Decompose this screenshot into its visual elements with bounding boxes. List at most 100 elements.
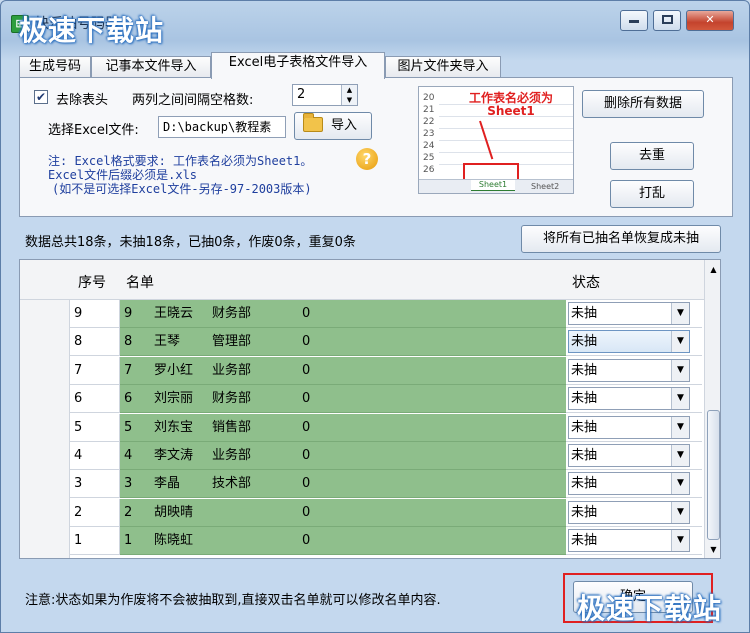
tab-image-folder-import[interactable]: 图片文件夹导入: [385, 56, 501, 78]
seq-cell[interactable]: 9: [70, 300, 120, 328]
title-bar[interactable]: ⊞ 快乐抽号码器 ✕: [1, 1, 749, 45]
name-list-grid[interactable]: 序号 名单 状态 9 9 王晓云 财务部 0 未抽 ▼ 8 8 王琴 管理部 0…: [19, 259, 721, 559]
status-value: 未抽: [571, 476, 598, 492]
table-row[interactable]: 7 7 罗小红 业务部 0 未抽 ▼: [20, 356, 704, 385]
status-select[interactable]: 未抽 ▼: [568, 415, 690, 439]
preview-row-number: 20: [423, 93, 435, 103]
table-row[interactable]: 1 1 陈晓虹 0 未抽 ▼: [20, 527, 704, 556]
vertical-scrollbar[interactable]: ▲ ▼: [704, 260, 720, 558]
column-header-seq[interactable]: 序号: [78, 272, 106, 292]
name-cell-count: 0: [302, 362, 311, 378]
chevron-down-icon[interactable]: ▼: [671, 530, 689, 552]
name-cell[interactable]: 1 陈晓虹 0: [120, 527, 566, 556]
table-row[interactable]: 4 4 李文涛 业务部 0 未抽 ▼: [20, 442, 704, 470]
chevron-down-icon[interactable]: ▼: [671, 388, 689, 410]
name-cell[interactable]: 7 罗小红 业务部 0: [120, 356, 566, 385]
status-select[interactable]: 未抽 ▼: [568, 472, 690, 496]
file-path-input[interactable]: D:\backup\教程素: [158, 116, 286, 138]
name-cell-count: 0: [302, 504, 311, 520]
chevron-down-icon[interactable]: ▼: [671, 445, 689, 466]
table-row[interactable]: 6 6 刘宗丽 财务部 0 未抽 ▼: [20, 385, 704, 414]
table-row[interactable]: 3 3 李晶 技术部 0 未抽 ▼: [20, 470, 704, 499]
preview-row-number: 21: [423, 105, 435, 115]
name-cell[interactable]: 5 刘东宝 销售部 0: [120, 413, 566, 442]
name-cell-number: 4: [124, 448, 133, 463]
name-cell[interactable]: 9 王晓云 财务部 0: [120, 300, 566, 328]
import-button[interactable]: 导入: [294, 112, 372, 140]
clear-all-data-button[interactable]: 删除所有数据: [582, 90, 704, 118]
status-cell: 未抽 ▼: [566, 498, 702, 527]
preview-callout: 工作表名必须为 Sheet1: [469, 92, 553, 118]
name-cell-number: 3: [124, 476, 133, 492]
help-icon[interactable]: ?: [356, 148, 378, 170]
scroll-down-icon[interactable]: ▼: [706, 542, 720, 558]
table-row[interactable]: 9 9 王晓云 财务部 0 未抽 ▼: [20, 300, 704, 328]
seq-cell[interactable]: 2: [70, 498, 120, 527]
name-cell-person: 胡映晴: [154, 504, 194, 520]
table-row[interactable]: 8 8 王琴 管理部 0 未抽 ▼: [20, 328, 704, 357]
dedup-button[interactable]: 去重: [610, 142, 694, 170]
chevron-down-icon[interactable]: ▼: [671, 501, 689, 523]
scroll-up-icon[interactable]: ▲: [706, 262, 720, 278]
name-cell[interactable]: 8 王琴 管理部 0: [120, 328, 566, 357]
seq-cell[interactable]: 6: [70, 385, 120, 414]
data-summary: 数据总共18条，未抽18条，已抽0条，作废0条，重复0条: [25, 235, 356, 250]
app-window: ⊞ 快乐抽号码器 ✕ 生成号码 记事本文件导入 Excel电子表格文件导入 图片…: [0, 0, 750, 633]
confirm-button[interactable]: 确定: [573, 581, 693, 613]
name-cell-person: 李晶: [154, 476, 181, 492]
status-select[interactable]: 未抽 ▼: [568, 330, 690, 354]
stepper-down-icon[interactable]: ▼: [342, 95, 357, 105]
tab-excel-import[interactable]: Excel电子表格文件导入: [211, 52, 385, 79]
remove-header-checkbox[interactable]: ✔: [34, 90, 48, 104]
stepper-up-icon[interactable]: ▲: [342, 85, 357, 95]
status-select[interactable]: 未抽 ▼: [568, 444, 690, 467]
spacing-stepper[interactable]: 2 ▲ ▼: [292, 84, 358, 106]
status-select[interactable]: 未抽 ▼: [568, 358, 690, 382]
seq-cell[interactable]: 8: [70, 328, 120, 357]
app-icon: ⊞: [11, 15, 29, 33]
restore-all-button[interactable]: 将所有已抽名单恢复成未抽: [521, 225, 721, 253]
minimize-button[interactable]: [620, 10, 648, 31]
name-cell-dept: 财务部: [212, 306, 252, 321]
import-button-label: 导入: [331, 118, 358, 133]
column-header-name[interactable]: 名单: [126, 272, 154, 292]
preview-row-number: 25: [423, 153, 435, 163]
scroll-thumb[interactable]: [707, 410, 720, 540]
maximize-button[interactable]: [653, 10, 681, 31]
footer-note: 注意:状态如果为作废将不会被抽取到,直接双击名单就可以修改名单内容.: [25, 593, 441, 608]
status-select[interactable]: 未抽 ▼: [568, 500, 690, 524]
column-header-status[interactable]: 状态: [572, 272, 600, 292]
seq-cell[interactable]: 3: [70, 470, 120, 499]
name-cell-number: 6: [124, 391, 133, 407]
stepper-buttons: ▲ ▼: [341, 85, 357, 105]
seq-cell[interactable]: 4: [70, 442, 120, 470]
preview-sheet2-tab: Sheet2: [531, 182, 560, 191]
name-cell[interactable]: 4 李文涛 业务部 0: [120, 442, 566, 470]
table-row[interactable]: 5 5 刘东宝 销售部 0 未抽 ▼: [20, 413, 704, 442]
status-select[interactable]: 未抽 ▼: [568, 302, 690, 325]
tab-generate-numbers[interactable]: 生成号码: [19, 56, 91, 78]
close-button[interactable]: ✕: [686, 10, 734, 31]
status-select[interactable]: 未抽 ▼: [568, 387, 690, 411]
seq-cell[interactable]: 5: [70, 413, 120, 442]
seq-cell[interactable]: 7: [70, 356, 120, 385]
seq-cell[interactable]: 1: [70, 527, 120, 556]
tab-notepad-import[interactable]: 记事本文件导入: [91, 56, 211, 78]
spacing-value: 2: [297, 87, 306, 102]
name-cell[interactable]: 2 胡映晴 0: [120, 498, 566, 527]
chevron-down-icon[interactable]: ▼: [671, 416, 689, 438]
chevron-down-icon[interactable]: ▼: [671, 473, 689, 495]
name-cell-person: 刘东宝: [154, 419, 194, 435]
chevron-down-icon[interactable]: ▼: [671, 359, 689, 381]
status-select[interactable]: 未抽 ▼: [568, 529, 690, 553]
name-cell[interactable]: 3 李晶 技术部 0: [120, 470, 566, 499]
chevron-down-icon[interactable]: ▼: [671, 331, 689, 353]
table-row[interactable]: 2 2 胡映晴 0 未抽 ▼: [20, 498, 704, 527]
name-cell-dept: 业务部: [212, 362, 252, 378]
chevron-down-icon[interactable]: ▼: [671, 303, 689, 324]
spacing-label: 两列之间间隔空格数:: [132, 93, 254, 108]
status-value: 未抽: [571, 391, 598, 407]
name-cell[interactable]: 6 刘宗丽 财务部 0: [120, 385, 566, 414]
shuffle-button[interactable]: 打乱: [610, 180, 694, 208]
status-cell: 未抽 ▼: [566, 442, 702, 470]
